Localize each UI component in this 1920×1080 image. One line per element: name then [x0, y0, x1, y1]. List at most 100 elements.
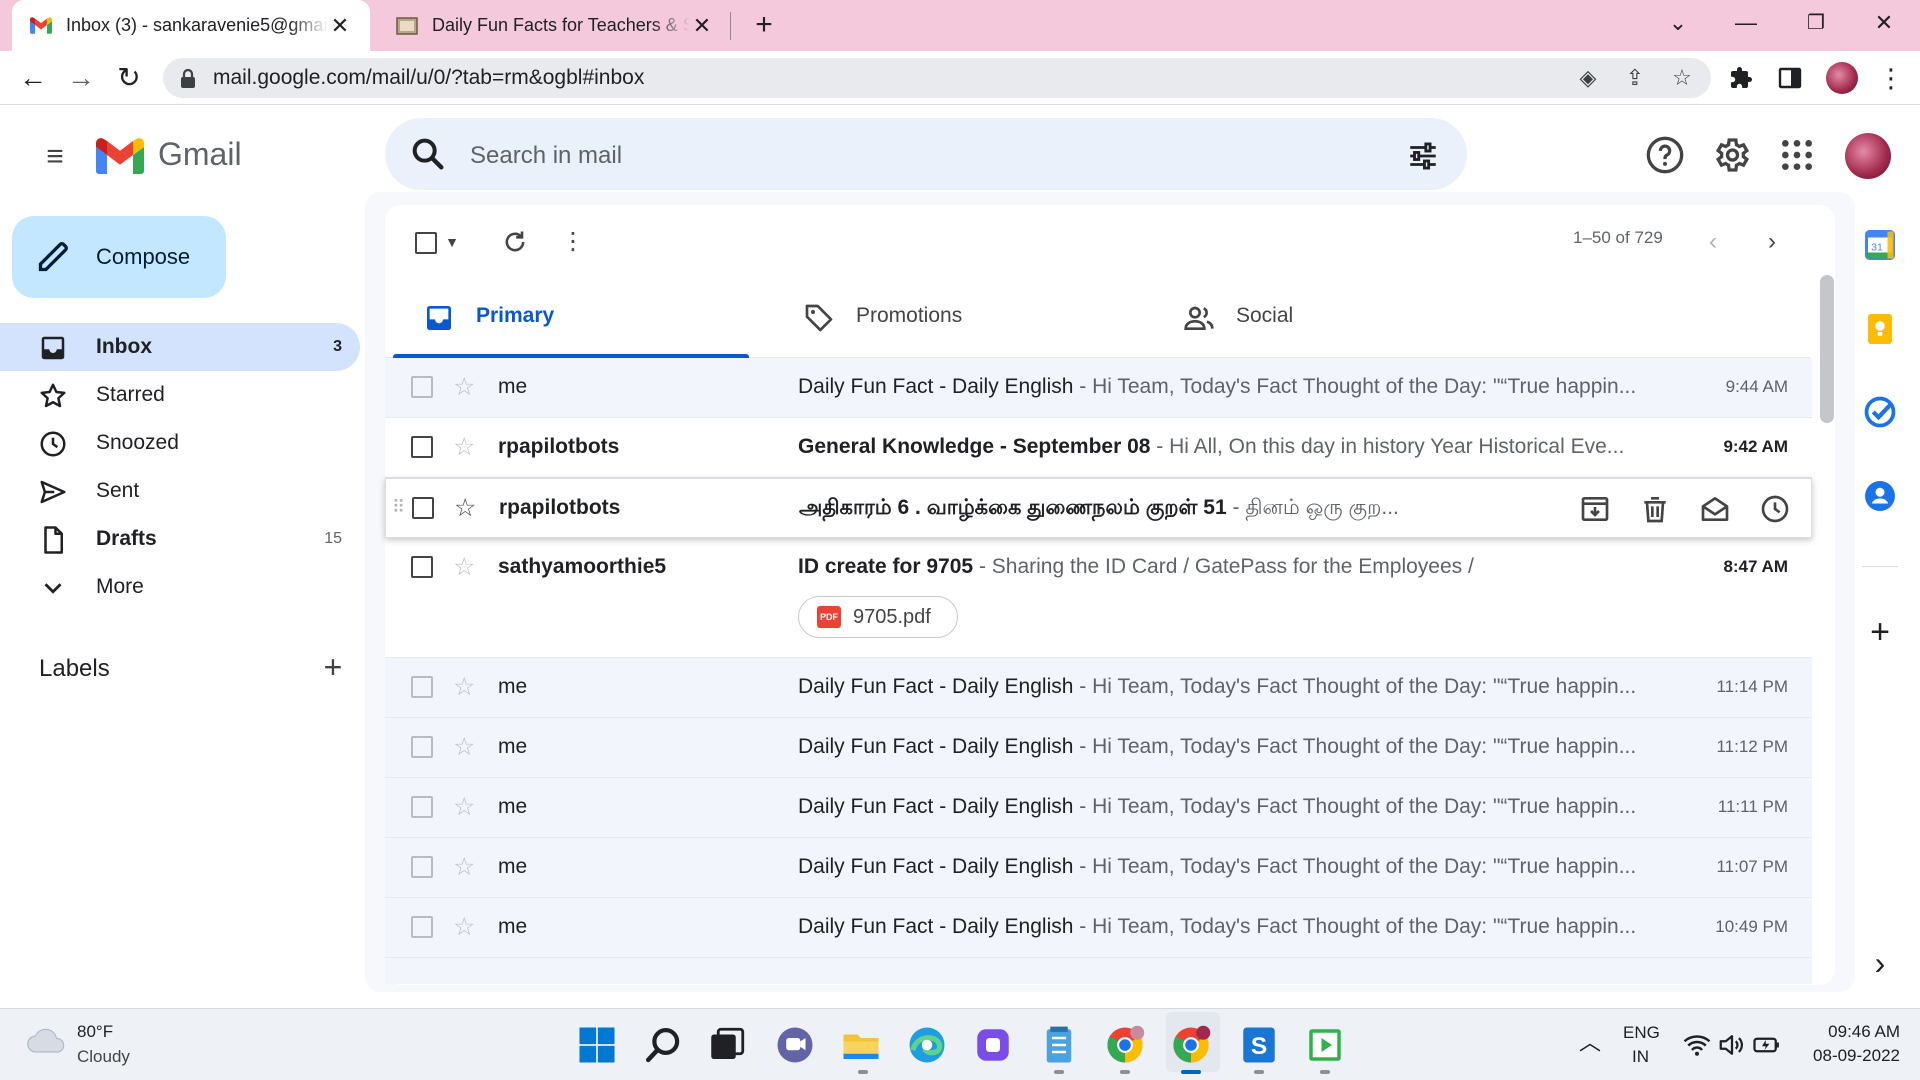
delete-trash-icon[interactable] [1639, 493, 1671, 525]
language-indicator[interactable]: ENG [1623, 1023, 1660, 1043]
row-checkbox[interactable] [411, 796, 433, 818]
main-menu-icon[interactable]: ≡ [38, 140, 72, 174]
search-icon[interactable] [408, 134, 448, 174]
gmail-logo-icon[interactable] [96, 138, 144, 174]
cloudy-weather-icon[interactable] [26, 1026, 68, 1054]
restore-button[interactable]: ❐ [1784, 0, 1848, 46]
volume-icon[interactable] [1717, 1030, 1747, 1060]
tab-search-chevron-icon[interactable]: ⌄ [1646, 0, 1710, 46]
lock-icon[interactable] [179, 69, 197, 89]
tab-primary[interactable]: Primary [399, 280, 769, 356]
file-explorer-icon[interactable] [840, 1024, 882, 1066]
email-row[interactable]: ☆ me Daily Fun Fact - Daily English - Hi… [385, 898, 1812, 958]
share-icon[interactable]: ⇪ [1620, 63, 1650, 93]
weather-temperature[interactable]: 80°F [77, 1022, 113, 1042]
mail-list-scrollbar[interactable] [1820, 275, 1834, 423]
archive-icon[interactable] [1579, 493, 1611, 525]
row-checkbox[interactable] [411, 436, 433, 458]
region-indicator[interactable]: IN [1632, 1047, 1649, 1067]
search-options-icon[interactable] [1406, 139, 1440, 173]
star-toggle-icon[interactable]: ☆ [453, 732, 475, 762]
close-tab-icon[interactable]: ✕ [328, 13, 352, 39]
refresh-icon[interactable] [501, 228, 529, 256]
edge-browser-icon[interactable] [906, 1024, 948, 1066]
email-row-with-attachment[interactable]: ☆ sathyamoorthie5 ID create for 9705 - S… [385, 538, 1812, 658]
row-checkbox[interactable] [411, 736, 433, 758]
row-checkbox[interactable] [411, 856, 433, 878]
app-purple-icon[interactable] [972, 1024, 1014, 1066]
search-input[interactable]: Search in mail [470, 142, 622, 170]
bookmark-star-icon[interactable]: ☆ [1667, 63, 1697, 93]
show-hidden-icons-chevron-icon[interactable]: ︿ [1578, 1030, 1602, 1056]
email-row[interactable]: ☆ me Daily Fun Fact - Daily English - Hi… [385, 778, 1812, 838]
tasks-app-icon[interactable] [1862, 394, 1898, 430]
browser-tab-fun-facts[interactable]: Daily Fun Facts for Teachers & Students … [380, 0, 730, 51]
calendar-app-icon[interactable]: 31 [1862, 227, 1898, 263]
next-page-icon[interactable]: › [1752, 222, 1792, 262]
get-addons-plus-icon[interactable]: + [1862, 614, 1898, 650]
weather-condition[interactable]: Cloudy [77, 1047, 130, 1067]
extensions-puzzle-icon[interactable] [1729, 66, 1753, 90]
new-tab-button[interactable]: + [748, 8, 780, 42]
row-checkbox[interactable] [411, 676, 433, 698]
star-toggle-icon[interactable]: ☆ [454, 493, 476, 523]
email-row-hovered[interactable]: ⠿ ☆ rpapilotbots அதிகாரம் 6 . வாழ்க்கை த… [385, 478, 1812, 538]
email-row[interactable]: ☆ me Daily Fun Fact - Daily English - Hi… [385, 658, 1812, 718]
star-toggle-icon[interactable]: ☆ [453, 792, 475, 822]
chrome-profile-icon[interactable] [1104, 1024, 1146, 1066]
reload-button[interactable]: ↻ [109, 58, 149, 98]
settings-gear-icon[interactable] [1711, 135, 1751, 175]
install-app-icon[interactable]: ◈ [1573, 63, 1603, 93]
notepad-icon[interactable] [1038, 1024, 1080, 1066]
email-row[interactable]: ☆ rpapilotbots General Knowledge - Septe… [385, 418, 1812, 478]
star-toggle-icon[interactable]: ☆ [453, 372, 475, 402]
star-toggle-icon[interactable]: ☆ [453, 852, 475, 882]
email-row[interactable]: ☆ me Daily Fun Fact - Daily English - Hi… [385, 358, 1812, 418]
taskbar-search-icon[interactable] [643, 1024, 685, 1066]
nav-item-starred[interactable]: Starred [0, 371, 360, 419]
side-panel-icon[interactable] [1778, 66, 1802, 90]
wifi-icon[interactable] [1682, 1030, 1712, 1060]
row-checkbox[interactable] [411, 376, 433, 398]
mark-as-read-icon[interactable] [1699, 493, 1731, 525]
create-label-button[interactable]: + [318, 651, 348, 683]
google-apps-grid-icon[interactable] [1777, 135, 1817, 175]
select-menu-caret-icon[interactable]: ▼ [438, 222, 466, 262]
help-icon[interactable] [1645, 135, 1685, 175]
media-player-icon[interactable] [1304, 1024, 1346, 1066]
gmail-wordmark[interactable]: Gmail [158, 136, 242, 173]
drag-handle-icon[interactable]: ⠿ [392, 497, 405, 518]
system-date[interactable]: 08-09-2022 [1800, 1046, 1900, 1066]
account-avatar[interactable] [1845, 133, 1891, 179]
star-toggle-icon[interactable]: ☆ [453, 672, 475, 702]
battery-charging-icon[interactable] [1752, 1030, 1782, 1060]
nav-item-drafts[interactable]: Drafts 15 [0, 515, 360, 563]
profile-avatar[interactable] [1826, 62, 1858, 94]
nav-item-more[interactable]: More [0, 563, 360, 611]
attachment-chip[interactable]: PDF 9705.pdf [798, 596, 958, 638]
chrome-active-icon[interactable] [1170, 1024, 1212, 1066]
nav-item-inbox[interactable]: Inbox 3 [0, 323, 360, 371]
star-toggle-icon[interactable]: ☆ [453, 432, 475, 462]
more-actions-icon[interactable]: ⋮ [553, 222, 593, 262]
task-view-icon[interactable] [706, 1024, 748, 1066]
close-window-button[interactable]: ✕ [1852, 0, 1916, 46]
forward-button[interactable]: → [61, 58, 101, 98]
hide-side-panel-chevron-icon[interactable]: › [1864, 947, 1896, 980]
minimize-button[interactable]: — [1714, 0, 1778, 46]
tab-promotions[interactable]: Promotions [779, 280, 1149, 356]
snooze-clock-icon[interactable] [1759, 493, 1791, 525]
teams-chat-icon[interactable] [774, 1024, 816, 1066]
close-tab-icon[interactable]: ✕ [690, 13, 714, 39]
windows-start-icon[interactable] [576, 1024, 618, 1066]
nav-item-sent[interactable]: Sent [0, 467, 360, 515]
row-checkbox[interactable] [412, 497, 434, 519]
browser-menu-kebab-icon[interactable]: ⋮ [1878, 60, 1904, 96]
email-row-partial[interactable] [385, 958, 1812, 984]
nav-item-snoozed[interactable]: Snoozed [0, 419, 360, 467]
row-checkbox[interactable] [411, 916, 433, 938]
email-row[interactable]: ☆ me Daily Fun Fact - Daily English - Hi… [385, 838, 1812, 898]
email-row[interactable]: ☆ me Daily Fun Fact - Daily English - Hi… [385, 718, 1812, 778]
row-checkbox[interactable] [411, 556, 433, 578]
url-text[interactable]: mail.google.com/mail/u/0/?tab=rm&ogbl#in… [213, 66, 644, 90]
